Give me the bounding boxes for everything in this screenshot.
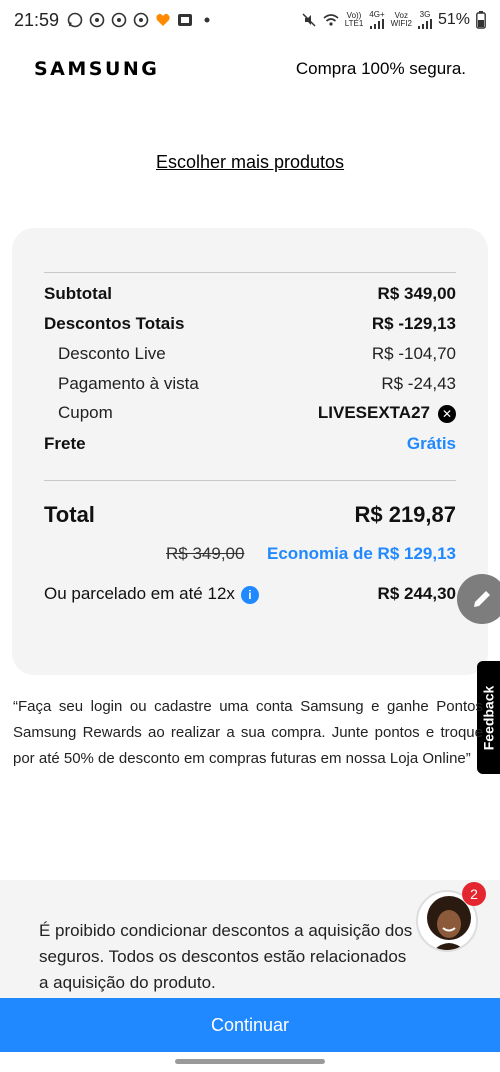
- total-discounts-value: R$ -129,13: [371, 314, 456, 333]
- samsung-logo[interactable]: SAMSUNG: [34, 58, 159, 80]
- savings-value: Economia de R$ 129,13: [267, 544, 456, 563]
- signal-bars-icon: [369, 19, 384, 29]
- subtotal-label: Subtotal: [44, 284, 112, 303]
- installment-label: Ou parcelado em até 12x: [44, 584, 235, 603]
- installment-value: R$ 244,30: [377, 584, 456, 603]
- whatsapp-icon: [67, 12, 83, 28]
- cash-payment-row: Pagamento à vista R$ -24,43: [44, 374, 456, 394]
- total-value: R$ 219,87: [354, 502, 456, 527]
- signal-sim2: 3G: [417, 10, 432, 29]
- wifi-icon: [323, 14, 339, 26]
- network-gen-sim1: 4G+: [369, 10, 385, 19]
- installment-row: Ou parcelado em até 12x i R$ 244,30: [44, 584, 456, 604]
- status-bar: 21:59 Vo)) LTE1 4G+ Voz WIFI2 3G 51%: [0, 0, 500, 40]
- divider: [44, 480, 456, 481]
- shipping-label: Frete: [44, 434, 86, 453]
- mute-icon: [302, 13, 316, 27]
- live-discount-row: Desconto Live R$ -104,70: [44, 344, 456, 364]
- original-price: R$ 349,00: [166, 544, 245, 563]
- info-icon[interactable]: i: [240, 585, 259, 604]
- remove-coupon-icon[interactable]: ✕: [438, 404, 456, 423]
- app-notification-icon: [111, 12, 127, 28]
- subtotal-value: R$ 349,00: [377, 284, 456, 303]
- subtotal-row: Subtotal R$ 349,00: [44, 284, 456, 304]
- pencil-icon: [474, 591, 490, 607]
- gallery-app-icon: [178, 14, 193, 26]
- edit-floating-button[interactable]: [457, 574, 500, 624]
- volte-sim2-bottom: WIFI2: [390, 19, 412, 28]
- coupon-code-group: LIVESEXTA27 ✕: [318, 403, 456, 423]
- coupon-label: Cupom: [58, 403, 113, 422]
- checkout-screen: 21:59 Vo)) LTE1 4G+ Voz WIFI2 3G 51% SAM…: [0, 0, 500, 1072]
- heart-app-icon: [156, 13, 170, 26]
- site-header: SAMSUNG Compra 100% segura.: [34, 58, 466, 80]
- signal-sim1: 4G+: [369, 10, 385, 29]
- battery-icon: [476, 11, 486, 29]
- divider: [44, 272, 456, 273]
- order-summary-card: Subtotal R$ 349,00 Descontos Totais R$ -…: [12, 228, 488, 675]
- coupon-code: LIVESEXTA27: [317, 403, 430, 422]
- volte-sim1: Vo)) LTE1: [345, 12, 364, 28]
- total-label: Total: [44, 502, 95, 527]
- discount-disclaimer: É proibido condicionar descontos a aquis…: [39, 921, 413, 992]
- cash-payment-label: Pagamento à vista: [58, 374, 199, 393]
- app-notification-icon: [89, 12, 105, 28]
- cash-payment-value: R$ -24,43: [381, 374, 456, 393]
- total-discounts-label: Descontos Totais: [44, 314, 185, 333]
- total-row: Total R$ 219,87: [44, 502, 456, 528]
- status-time: 21:59: [14, 9, 60, 30]
- shipping-value: Grátis: [406, 434, 456, 453]
- installment-group: Ou parcelado em até 12x i: [44, 584, 259, 604]
- live-discount-label: Desconto Live: [58, 344, 166, 363]
- chat-notification-badge: 2: [462, 882, 486, 906]
- notification-icons: [67, 12, 215, 28]
- network-gen-sim2: 3G: [419, 10, 431, 19]
- savings-row: R$ 349,00 Economia de R$ 129,13: [166, 544, 456, 564]
- shipping-row: Frete Grátis: [44, 434, 456, 454]
- coupon-row: Cupom LIVESEXTA27 ✕: [44, 403, 456, 423]
- choose-more-products-link[interactable]: Escolher mais produtos: [0, 152, 500, 173]
- continue-button[interactable]: Continuar: [0, 998, 500, 1052]
- volte-sim2: Voz WIFI2: [391, 12, 412, 28]
- rewards-promo-text: “Faça seu login ou cadastre uma conta Sa…: [13, 698, 483, 767]
- battery-percent: 51%: [437, 11, 470, 28]
- total-discounts-row: Descontos Totais R$ -129,13: [44, 314, 456, 334]
- signal-bars-icon: [417, 19, 432, 29]
- volte-sim1-bottom: LTE1: [344, 19, 364, 28]
- secure-purchase-text: Compra 100% segura.: [295, 59, 466, 78]
- live-discount-value: R$ -104,70: [371, 344, 456, 363]
- more-notifications-dot-icon: [204, 17, 210, 23]
- home-gesture-pill[interactable]: [175, 1059, 325, 1064]
- status-right-icons: Vo)) LTE1 4G+ Voz WIFI2 3G 51%: [301, 11, 486, 29]
- app-notification-icon: [133, 12, 149, 28]
